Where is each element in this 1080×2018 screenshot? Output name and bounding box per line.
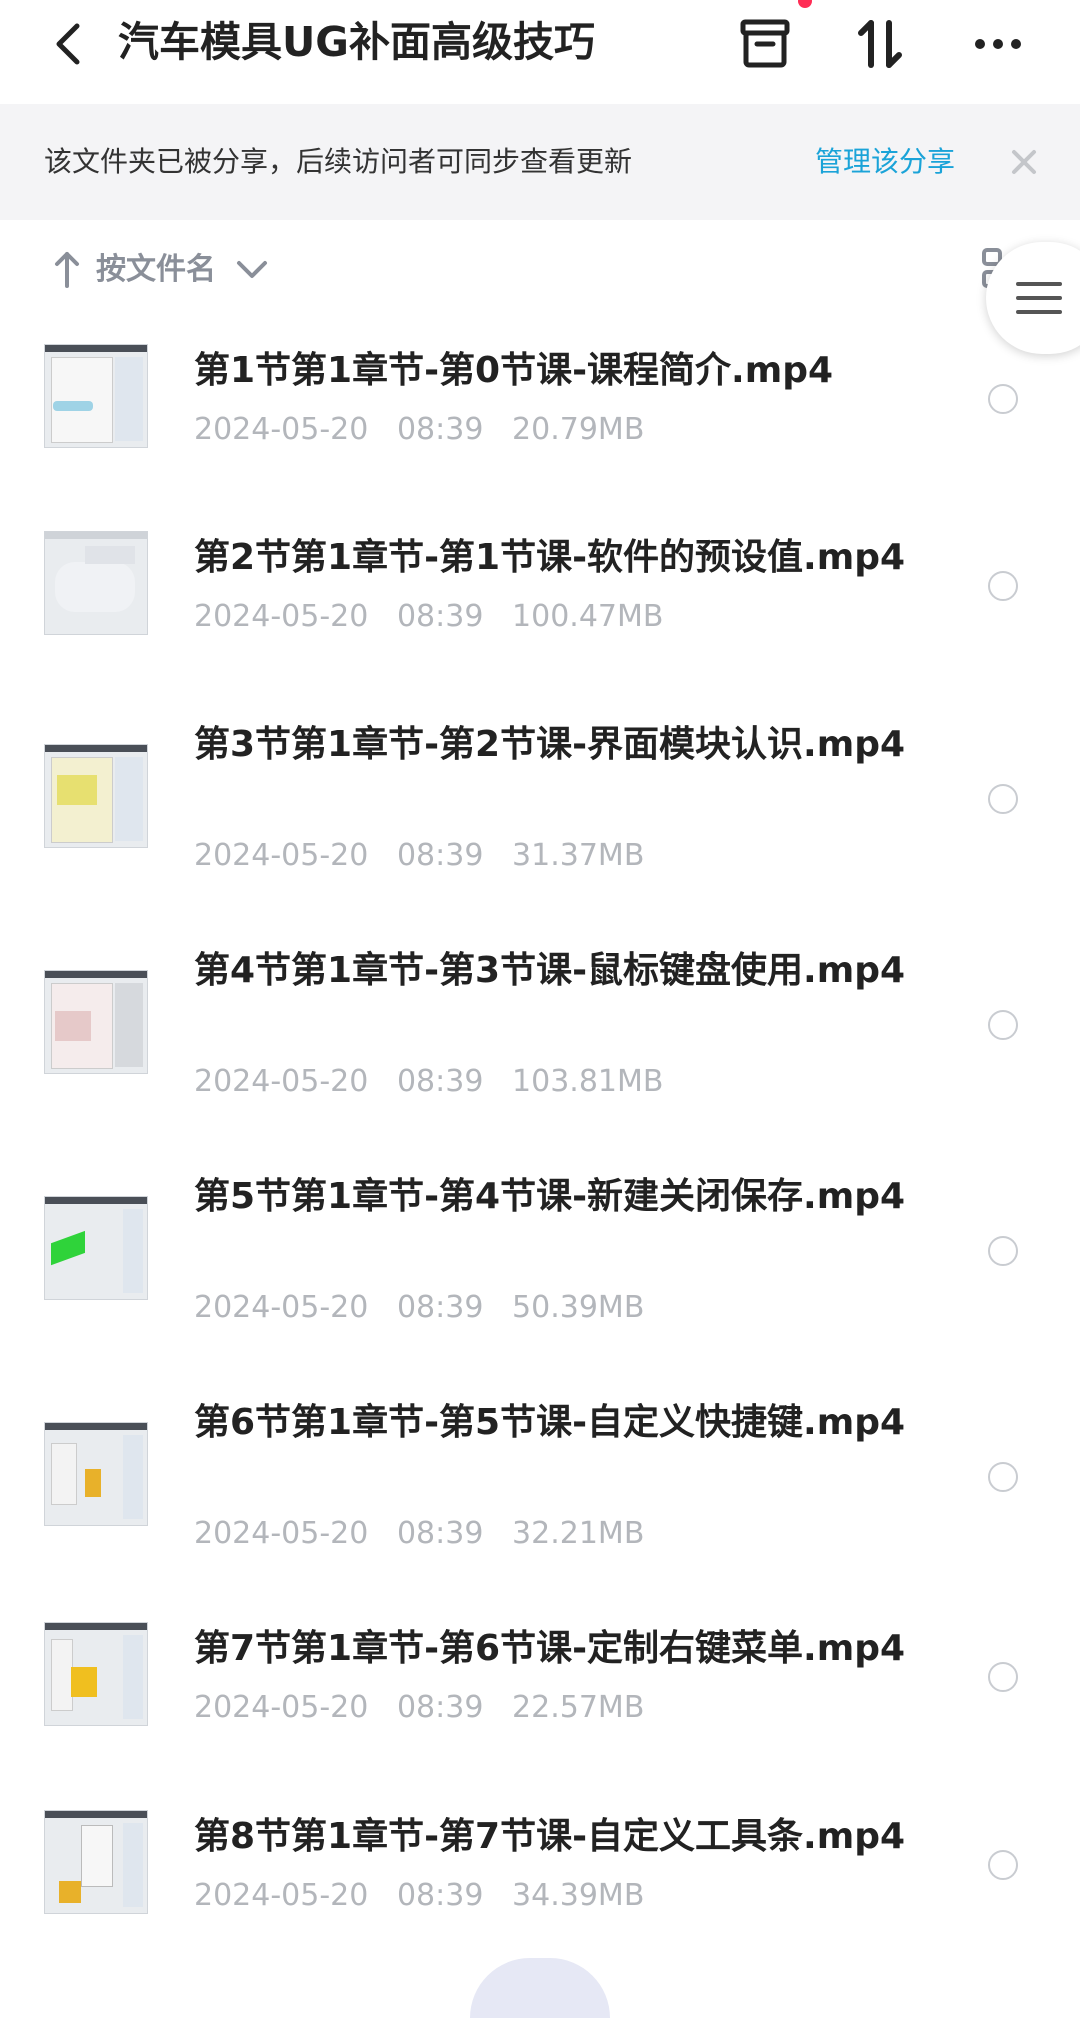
video-thumbnail xyxy=(44,1810,148,1914)
file-meta: 2024-05-20 08:39 20.79MB xyxy=(194,410,644,450)
close-icon xyxy=(1012,150,1036,174)
file-name: 第2节第1章节-第1节课-软件的预设值.mp4 xyxy=(194,537,906,578)
file-time: 08:39 xyxy=(396,1690,484,1725)
select-radio[interactable] xyxy=(988,1850,1018,1880)
file-size: 31.37MB xyxy=(512,838,645,873)
notification-dot xyxy=(798,0,812,8)
select-radio[interactable] xyxy=(988,784,1018,814)
file-name: 第8节第1章节-第7节课-自定义工具条.mp4 xyxy=(194,1816,906,1857)
close-share-notice-button[interactable] xyxy=(1004,142,1044,182)
file-meta: 2024-05-20 08:39 50.39MB xyxy=(194,1288,644,1328)
file-time: 08:39 xyxy=(396,599,484,634)
file-meta: 2024-05-20 08:39 103.81MB xyxy=(194,1062,663,1102)
video-thumbnail xyxy=(44,344,148,448)
back-icon xyxy=(56,23,80,65)
manage-share-link[interactable]: 管理该分享 xyxy=(815,104,955,220)
file-date: 2024-05-20 xyxy=(194,838,369,873)
share-notice-bar: 该文件夹已被分享，后续访问者可同步查看更新 管理该分享 xyxy=(0,104,1080,220)
select-radio[interactable] xyxy=(988,1236,1018,1266)
floating-action-button[interactable] xyxy=(470,1958,610,2018)
file-size: 103.81MB xyxy=(512,1064,664,1099)
video-thumbnail xyxy=(44,970,148,1074)
select-radio[interactable] xyxy=(988,1662,1018,1692)
select-radio[interactable] xyxy=(988,1462,1018,1492)
file-name: 第5节第1章节-第4节课-新建关闭保存.mp4 xyxy=(194,1176,906,1217)
file-size: 100.47MB xyxy=(512,599,664,634)
select-radio[interactable] xyxy=(988,384,1018,414)
file-time: 08:39 xyxy=(396,1290,484,1325)
file-date: 2024-05-20 xyxy=(194,1690,369,1725)
file-name: 第6节第1章节-第5节课-自定义快捷键.mp4 xyxy=(194,1402,906,1443)
archive-button[interactable] xyxy=(733,12,797,76)
file-name: 第1节第1章节-第0节课-课程简介.mp4 xyxy=(194,350,834,391)
page-title: 汽车模具UG补面高级技巧 xyxy=(118,18,595,66)
video-thumbnail xyxy=(44,531,148,635)
file-time: 08:39 xyxy=(396,412,484,447)
video-thumbnail xyxy=(44,1422,148,1526)
file-date: 2024-05-20 xyxy=(194,1290,369,1325)
sort-ascending-icon xyxy=(55,252,79,288)
more-button[interactable] xyxy=(966,12,1030,76)
transfer-icon xyxy=(858,20,902,68)
file-time: 08:39 xyxy=(396,1516,484,1551)
back-button[interactable] xyxy=(38,14,98,74)
video-thumbnail xyxy=(44,744,148,848)
file-name: 第3节第1章节-第2节课-界面模块认识.mp4 xyxy=(194,724,906,765)
file-date: 2024-05-20 xyxy=(194,599,369,634)
video-thumbnail xyxy=(44,1196,148,1300)
file-time: 08:39 xyxy=(396,1064,484,1099)
sort-control[interactable]: 按文件名 xyxy=(0,238,1080,302)
sort-label: 按文件名 xyxy=(96,252,216,287)
file-size: 34.39MB xyxy=(512,1878,645,1913)
file-meta: 2024-05-20 08:39 100.47MB xyxy=(194,597,663,637)
select-radio[interactable] xyxy=(988,1010,1018,1040)
file-meta: 2024-05-20 08:39 22.57MB xyxy=(194,1688,644,1728)
file-name: 第4节第1章节-第3节课-鼠标键盘使用.mp4 xyxy=(194,950,906,991)
file-size: 22.57MB xyxy=(512,1690,645,1725)
chevron-down-icon xyxy=(237,261,267,278)
file-meta: 2024-05-20 08:39 31.37MB xyxy=(194,836,644,876)
more-icon xyxy=(975,39,1021,49)
file-size: 50.39MB xyxy=(512,1290,645,1325)
archive-icon xyxy=(740,19,790,68)
file-meta: 2024-05-20 08:39 34.39MB xyxy=(194,1876,644,1916)
file-time: 08:39 xyxy=(396,1878,484,1913)
video-thumbnail xyxy=(44,1622,148,1726)
file-date: 2024-05-20 xyxy=(194,412,369,447)
file-name: 第7节第1章节-第6节课-定制右键菜单.mp4 xyxy=(194,1628,906,1669)
side-menu-handle[interactable] xyxy=(986,242,1080,354)
menu-icon xyxy=(1016,282,1062,314)
share-notice-text: 该文件夹已被分享，后续访问者可同步查看更新 xyxy=(44,145,633,178)
file-meta: 2024-05-20 08:39 32.21MB xyxy=(194,1514,644,1554)
top-bar: 汽车模具UG补面高级技巧 xyxy=(0,0,1080,104)
file-size: 20.79MB xyxy=(512,412,645,447)
file-time: 08:39 xyxy=(396,838,484,873)
select-radio[interactable] xyxy=(988,571,1018,601)
file-date: 2024-05-20 xyxy=(194,1516,369,1551)
file-date: 2024-05-20 xyxy=(194,1064,369,1099)
transfer-button[interactable] xyxy=(848,12,912,76)
file-date: 2024-05-20 xyxy=(194,1878,369,1913)
file-size: 32.21MB xyxy=(512,1516,645,1551)
